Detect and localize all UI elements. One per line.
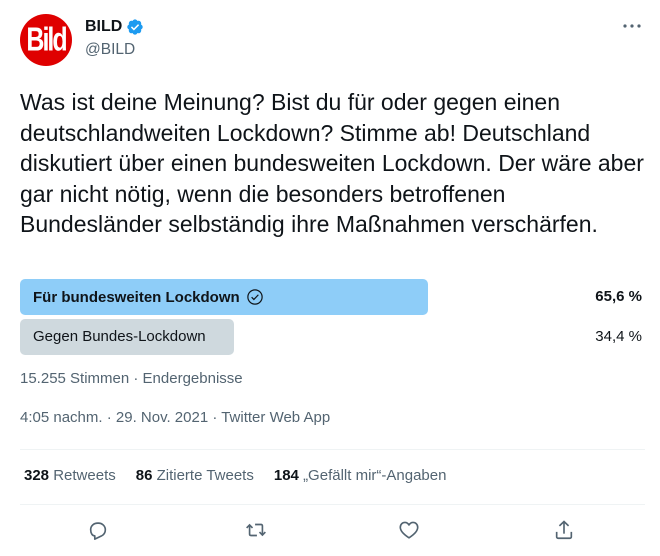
handle[interactable]: @BILD (85, 41, 144, 59)
poll-option-1: Für bundesweiten Lockdown 65,6 % (20, 279, 642, 315)
retweets-label: Retweets (53, 467, 116, 484)
retweets-count: 328 (24, 467, 50, 484)
verified-badge-icon (127, 19, 144, 35)
likes-label: „Gefällt mir“-Angaben (303, 467, 447, 484)
quotes-stat[interactable]: 86 Zitierte Tweets (136, 467, 254, 484)
poll-option-percent: 65,6 % (595, 288, 642, 305)
divider (20, 504, 645, 505)
heart-icon (399, 521, 419, 539)
poll-option-text: Für bundesweiten Lockdown (33, 288, 240, 306)
share-button[interactable] (549, 515, 579, 545)
tweet-text: Was ist deine Meinung? Bist du für oder … (20, 89, 644, 237)
poll-option-text: Gegen Bundes-Lockdown (33, 328, 206, 345)
avatar[interactable]: Bild (20, 14, 72, 66)
poll-option-label: Gegen Bundes-Lockdown (33, 328, 206, 345)
author-block: BILD @BILD (85, 18, 144, 59)
poll-option-percent: 34,4 % (595, 328, 642, 345)
tweet-header: Bild BILD @BILD (20, 14, 645, 66)
reply-button[interactable] (83, 515, 113, 545)
tweet-timestamp[interactable]: 4:05 nachm. · 29. Nov. 2021 · Twitter We… (20, 409, 330, 426)
tweet-actions (20, 515, 645, 545)
poll-option-label: Für bundesweiten Lockdown (33, 288, 264, 306)
quotes-count: 86 (135, 467, 153, 484)
name-row: BILD (85, 18, 144, 36)
like-button[interactable] (394, 515, 424, 545)
quotes-label: Zitierte Tweets (156, 467, 254, 484)
retweets-stat[interactable]: 328 Retweets (24, 467, 116, 484)
retweet-button[interactable] (241, 515, 271, 545)
bild-logo: Bild (26, 20, 67, 59)
more-icon[interactable] (621, 20, 643, 38)
share-icon (555, 520, 573, 540)
retweet-icon (246, 523, 266, 537)
reply-icon (89, 522, 107, 540)
divider (20, 449, 645, 450)
poll-meta: 15.255 Stimmen · Endergebnisse (20, 370, 243, 387)
likes-stat[interactable]: 184 „Gefällt mir“-Angaben (274, 467, 447, 484)
poll: Für bundesweiten Lockdown 65,6 % Gegen B… (20, 279, 642, 359)
display-name[interactable]: BILD (85, 18, 122, 36)
tweet-stats: 328 Retweets 86 Zitierte Tweets 184 „Gef… (24, 467, 446, 484)
check-circle-icon (246, 289, 263, 305)
likes-count: 184 (273, 467, 299, 484)
poll-option-2: Gegen Bundes-Lockdown 34,4 % (20, 319, 642, 355)
